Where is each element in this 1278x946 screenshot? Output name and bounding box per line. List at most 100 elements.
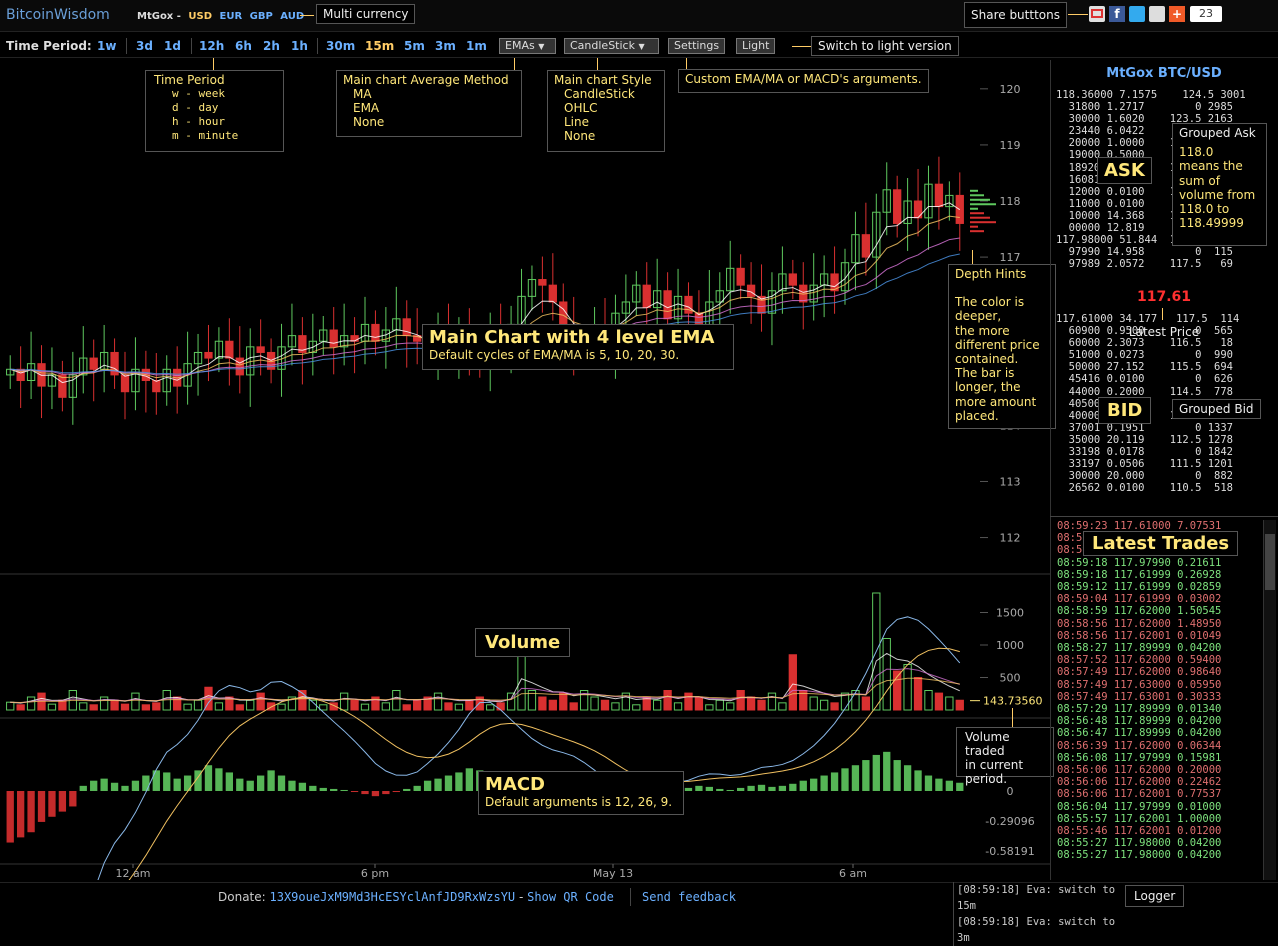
volume-bar: [26, 696, 36, 711]
trade-row: 08:59:18 117.97990 0.21611: [1057, 556, 1222, 569]
period-1h[interactable]: 1h: [291, 39, 308, 53]
period-3m[interactable]: 3m: [435, 39, 456, 53]
macd-bar: [298, 782, 307, 791]
period-1m[interactable]: 1m: [466, 39, 487, 53]
candle-body: [538, 279, 547, 286]
light-button[interactable]: Light: [736, 38, 776, 54]
emas-dropdown[interactable]: EMAs ▼: [499, 38, 556, 54]
price-chart[interactable]: 1201191181171161151141131121500100050014…: [0, 60, 1050, 880]
separator: [191, 38, 192, 54]
period-30m[interactable]: 30m: [326, 39, 355, 53]
arrow-icon: [1162, 308, 1163, 320]
site-logo[interactable]: BitcoinWisdom: [6, 7, 110, 23]
macd-bar: [204, 765, 213, 791]
note-title: ASK: [1104, 160, 1145, 181]
macd-bar: [319, 787, 327, 791]
volume-bar: [235, 704, 244, 711]
price-tick-label: 113: [1000, 475, 1021, 488]
depth-hint-bar: [970, 203, 996, 206]
volume-ma-line: [10, 652, 960, 704]
donate-address[interactable]: 13X9oueJxM9Md3HcESYclAnfJD9RxWzsYU: [270, 890, 516, 904]
trade-row: 08:57:49 117.63001 0.30333: [1057, 690, 1222, 703]
trade-row: 08:55:46 117.62001 0.01200: [1057, 825, 1222, 838]
period-6h[interactable]: 6h: [235, 39, 252, 53]
style-label: CandleStick: [570, 39, 635, 52]
note-line: contained.: [955, 352, 1019, 367]
settings-button[interactable]: Settings: [668, 38, 726, 54]
volume-bar: [673, 702, 683, 711]
candle-body: [225, 340, 234, 359]
arrow-icon: [972, 250, 973, 264]
gmail-icon[interactable]: [1089, 6, 1105, 22]
macd-bar: [277, 775, 286, 791]
volume-bar: [110, 699, 119, 711]
volume-bar: [89, 704, 98, 711]
macd-bar: [705, 786, 713, 791]
note-main-chart: Main Chart with 4 level EMA Default cycl…: [422, 324, 734, 370]
depth-hint-bar: [970, 194, 984, 197]
candle-body: [58, 374, 67, 398]
currency-eur[interactable]: EUR: [220, 11, 243, 22]
period-15m[interactable]: 15m: [365, 39, 394, 53]
facebook-icon[interactable]: f: [1109, 6, 1125, 22]
trade-row: 08:56:47 117.89999 0.04200: [1057, 727, 1222, 740]
trades-scrollbar[interactable]: [1263, 520, 1276, 880]
macd-bar: [444, 775, 453, 791]
note-volume: Volume: [475, 628, 571, 657]
bid-row: 51000 0.0273 0 990: [1056, 349, 1234, 362]
period-2h[interactable]: 2h: [263, 39, 280, 53]
macd-signal-line: [128, 647, 960, 880]
ask-row: 97989 2.0572 117.5 69: [1056, 258, 1234, 271]
note-grouped-bid: Grouped Bid: [1172, 399, 1261, 419]
logger-button[interactable]: Logger: [1125, 885, 1185, 907]
send-feedback-link[interactable]: Send feedback: [642, 890, 736, 904]
orderbook-title: MtGox BTC/USD: [1106, 66, 1222, 81]
volume-bar: [569, 702, 578, 711]
trade-row: 08:58:59 117.62000 1.50545: [1057, 605, 1222, 618]
depth-hint-bar: [970, 189, 978, 192]
emas-label: EMAs: [505, 39, 535, 52]
depth-hint-bar: [970, 230, 984, 233]
ask-row: 97990 14.958 0 115: [1056, 246, 1234, 259]
volume-bar: [663, 690, 672, 711]
note-average-method: Main chart Average Method MA EMA None: [336, 70, 522, 137]
volume-bar: [830, 702, 839, 711]
volume-bar: [559, 692, 568, 711]
volume-bar: [486, 704, 495, 711]
note-line: CandleStick: [564, 87, 635, 101]
show-qr-link[interactable]: Show QR Code: [527, 890, 614, 904]
note-time-period: Time Period w - week d - day h - hour m …: [145, 70, 284, 152]
note-line: period.: [965, 772, 1008, 786]
macd-bar: [27, 791, 35, 833]
period-3d[interactable]: 3d: [136, 39, 153, 53]
currency-usd[interactable]: USD: [188, 11, 212, 22]
plus-share-icon[interactable]: +: [1169, 6, 1185, 22]
note-line: volume from: [1179, 187, 1256, 202]
price-tick-label: 118: [1000, 195, 1021, 208]
style-dropdown[interactable]: CandleStick ▼: [564, 38, 659, 54]
note-line: longer, the: [955, 380, 1021, 395]
bid-row: 60000 2.3073 116.5 18: [1056, 337, 1234, 350]
candle-body: [204, 351, 213, 359]
period-12h[interactable]: 12h: [199, 39, 224, 53]
volume-bar: [611, 702, 620, 711]
macd-bar: [17, 791, 25, 838]
volume-bar: [861, 696, 871, 711]
candle-body: [642, 284, 651, 309]
twitter-icon[interactable]: [1129, 6, 1145, 22]
period-5m[interactable]: 5m: [404, 39, 425, 53]
currency-aud[interactable]: AUD: [280, 11, 304, 22]
volume-bar: [924, 690, 933, 711]
macd-bar: [789, 783, 797, 791]
note-latest-trades: Latest Trades: [1083, 531, 1239, 556]
note-volume-traded: Volume traded in current period.: [956, 727, 1054, 786]
email-icon[interactable]: [1149, 6, 1165, 22]
period-1d[interactable]: 1d: [164, 39, 181, 53]
note-title: Main Chart with 4 level EMA: [429, 327, 715, 348]
currency-gbp[interactable]: GBP: [250, 11, 273, 22]
macd-bar: [142, 775, 150, 791]
macd-bar: [747, 785, 755, 791]
macd-bar: [726, 789, 734, 791]
volume-bar: [882, 638, 891, 711]
period-1w[interactable]: 1w: [97, 39, 116, 53]
